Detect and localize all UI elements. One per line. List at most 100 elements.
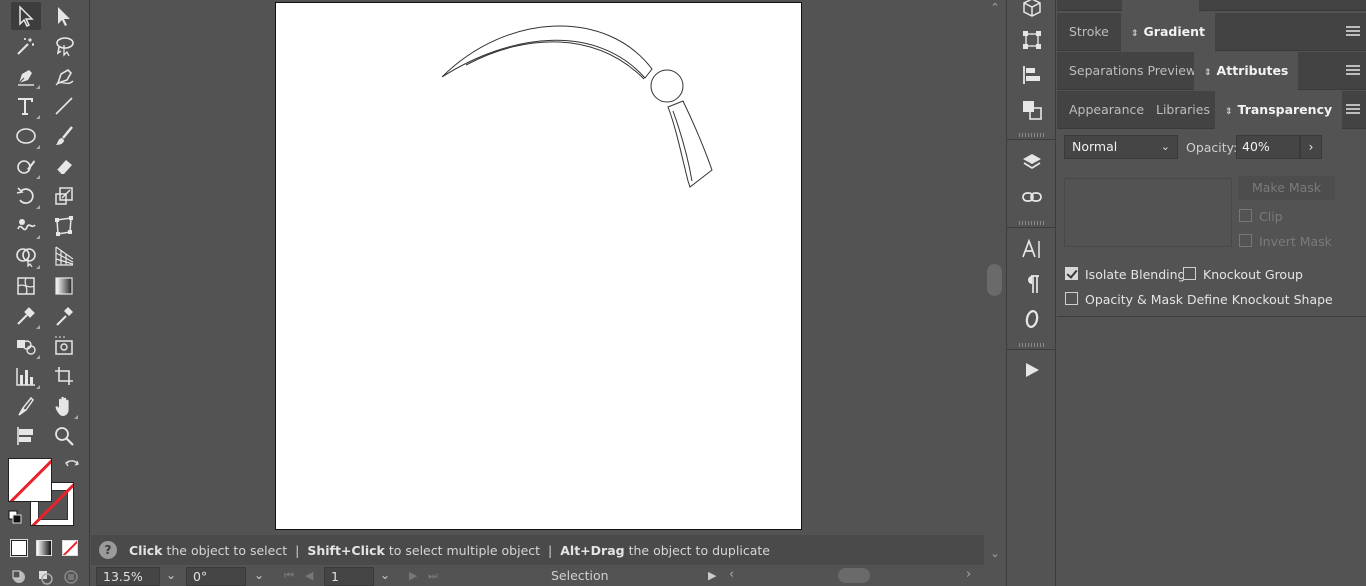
horizontal-scrollbar[interactable]: ‹ ›	[721, 567, 984, 584]
gradient-tool[interactable]	[49, 272, 79, 300]
fill-swatch[interactable]	[8, 458, 52, 502]
rotation-field[interactable]: 0°	[186, 567, 246, 586]
free-transform-tool[interactable]	[49, 212, 79, 240]
artboard[interactable]	[275, 2, 802, 530]
rotate-tool[interactable]	[11, 182, 41, 210]
collapsed-active-tab[interactable]	[1122, 0, 1199, 11]
invert-mask-checkbox[interactable]	[1239, 234, 1252, 247]
lasso-tool[interactable]	[49, 32, 79, 60]
scroll-right-arrow-icon[interactable]: ›	[966, 567, 971, 582]
links-panel-button[interactable]	[1018, 184, 1046, 210]
panel-menu-icon[interactable]	[1346, 26, 1360, 37]
dock-group-grip[interactable]	[1019, 133, 1045, 137]
shape-builder-tool[interactable]	[11, 242, 41, 270]
scroll-down-arrow-icon[interactable]: ⌄	[989, 548, 1001, 560]
scroll-left-arrow-icon[interactable]: ‹	[729, 567, 734, 582]
slice-tool[interactable]	[11, 392, 41, 420]
none-mode-button[interactable]	[62, 540, 78, 556]
default-fill-stroke-icon[interactable]	[8, 510, 22, 524]
actions-panel-button[interactable]	[1018, 357, 1046, 383]
next-artboard-icon[interactable]: ▶	[409, 569, 417, 582]
rotation-dropdown-chevron-icon[interactable]: ⌄	[247, 567, 271, 586]
draw-inside-icon[interactable]	[62, 568, 80, 586]
selection-tool[interactable]	[11, 2, 41, 30]
direct-selection-tool[interactable]	[49, 2, 79, 30]
pen-tool[interactable]	[11, 62, 41, 90]
tab-attributes[interactable]: ⇕ Attributes	[1194, 52, 1299, 90]
horizontal-scroll-thumb[interactable]	[838, 568, 870, 583]
align-panel-button[interactable]	[1018, 62, 1046, 88]
scroll-up-arrow-icon[interactable]: ⌃	[989, 2, 1001, 14]
clip-checkbox[interactable]	[1239, 209, 1252, 222]
curvature-tool[interactable]	[49, 62, 79, 90]
opentype-panel-button[interactable]	[1018, 306, 1046, 332]
draw-behind-icon[interactable]	[36, 568, 54, 586]
panel-menu-icon[interactable]	[1346, 65, 1360, 76]
camera-icon	[55, 336, 73, 355]
tab-transparency[interactable]: ⇕ Transparency	[1215, 91, 1343, 129]
swap-fill-stroke-icon[interactable]	[64, 458, 80, 474]
properties-panels: Stroke ⇕ Gradient Separations Preview ⇕ At…	[1057, 0, 1366, 586]
first-artboard-icon[interactable]: ⏮	[284, 569, 294, 583]
isolate-blending-checkbox[interactable]	[1065, 267, 1078, 280]
previous-artboard-icon[interactable]: ◀	[305, 569, 313, 582]
opacity-input[interactable]: 40%	[1236, 135, 1300, 159]
artboard-tool[interactable]	[49, 362, 79, 390]
zoom-field[interactable]: 13.5%	[96, 567, 160, 586]
dock-group-grip[interactable]	[1019, 343, 1045, 347]
draw-normal-icon[interactable]	[10, 568, 28, 586]
panel-menu-icon[interactable]	[1346, 104, 1360, 115]
tab-appearance[interactable]: Appearance	[1059, 91, 1154, 129]
paragraph-panel-button[interactable]	[1018, 271, 1046, 297]
last-artboard-icon[interactable]: ⏭	[428, 569, 438, 583]
fill-mode-button[interactable]	[10, 539, 28, 557]
gradient-mode-button[interactable]	[36, 540, 52, 556]
paintbrush-tool[interactable]	[49, 122, 79, 150]
help-icon[interactable]: ?	[99, 541, 117, 559]
vertical-scrollbar[interactable]: ⌃ ⌄	[984, 0, 1006, 565]
ellipse-tool[interactable]	[11, 122, 41, 150]
tab-stroke[interactable]: Stroke	[1059, 13, 1119, 51]
perspective-grid-tool[interactable]	[49, 242, 79, 270]
symbol-sprayer-tool[interactable]	[11, 332, 41, 360]
tab-gradient[interactable]: ⇕ Gradient	[1121, 13, 1215, 51]
shaper-tool[interactable]	[11, 152, 41, 180]
vertical-scroll-thumb[interactable]	[987, 264, 1002, 296]
mesh-tool[interactable]	[11, 272, 41, 300]
blend-mode-select[interactable]: Normal ⌄	[1064, 135, 1178, 159]
layers-panel-button[interactable]	[1018, 149, 1046, 175]
eraser-tool[interactable]	[49, 152, 79, 180]
knockout-group-checkbox[interactable]	[1183, 267, 1196, 280]
dock-group-grip[interactable]	[1019, 221, 1045, 225]
opacity-mask-knockout-checkbox[interactable]	[1065, 292, 1078, 305]
type-tool[interactable]	[11, 92, 41, 120]
scale-tool[interactable]	[49, 182, 79, 210]
eyedropper-sample-tool[interactable]	[49, 302, 79, 330]
zoom-dropdown-chevron-icon[interactable]: ⌄	[159, 567, 183, 586]
magic-wand-tool[interactable]	[11, 32, 41, 60]
appearance-libraries-transparency-tabs: Appearance Libraries ⇕ Transparency	[1057, 91, 1366, 129]
hand-tool[interactable]	[49, 392, 79, 420]
tool-group-indicator	[74, 415, 78, 419]
zoom-tool[interactable]	[49, 422, 79, 450]
make-mask-button[interactable]: Make Mask	[1238, 176, 1335, 200]
column-graph-tool[interactable]	[11, 362, 41, 390]
character-panel-button[interactable]	[1018, 236, 1046, 262]
artboard-image-tool[interactable]	[49, 332, 79, 360]
tab-libraries[interactable]: Libraries	[1146, 91, 1220, 129]
eyedropper-tool[interactable]	[11, 302, 41, 330]
print-tiling-tool[interactable]	[11, 422, 41, 450]
transform-panel-button[interactable]	[1018, 27, 1046, 53]
line-segment-tool[interactable]	[49, 92, 79, 120]
lasso-icon	[56, 37, 74, 57]
opacity-slider-arrow-icon[interactable]: ›	[1300, 135, 1322, 159]
tab-separations-preview[interactable]: Separations Preview	[1059, 52, 1206, 90]
document-canvas[interactable]	[91, 0, 984, 535]
3d-panel-button[interactable]	[1018, 0, 1046, 21]
pathfinder-panel-button[interactable]	[1018, 97, 1046, 123]
warp-tool[interactable]	[11, 212, 41, 240]
artboard-number-field[interactable]: 1	[324, 567, 374, 586]
tab-collapse-icon: ⇕	[1225, 107, 1233, 117]
status-menu-arrow-icon[interactable]: ▶	[708, 569, 716, 582]
artboard-dropdown-chevron-icon[interactable]: ⌄	[373, 567, 397, 586]
